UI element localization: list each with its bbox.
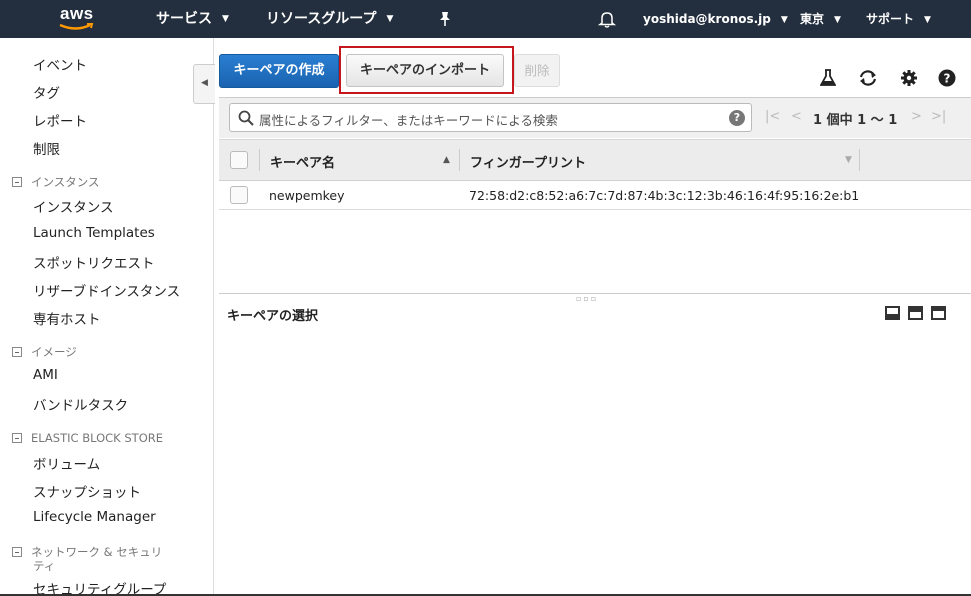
key-name-cell: newpemkey	[269, 188, 345, 203]
sidebar-section-ebs[interactable]: ELASTIC BLOCK STORE	[12, 431, 163, 445]
layout-bottom-icon[interactable]	[885, 306, 900, 320]
region-label: 東京	[800, 12, 825, 26]
sidebar-item-reserved-instances[interactable]: リザーブドインスタンス	[33, 280, 180, 300]
sidebar-item-snapshots[interactable]: スナップショット	[33, 481, 141, 501]
sidebar-item-lifecycle-manager[interactable]: Lifecycle Manager	[33, 509, 156, 525]
layout-top-icon[interactable]	[931, 306, 946, 320]
sort-asc-icon[interactable]: ▲	[443, 155, 450, 165]
sidebar-item-spot-requests[interactable]: スポットリクエスト	[33, 252, 155, 272]
collapse-icon	[12, 547, 22, 557]
gear-icon[interactable]	[900, 69, 918, 87]
flask-icon[interactable]	[820, 69, 836, 87]
top-navigation: aws サービス ▼ リソースグループ ▼ yoshida@kronos.jp ▼ 東…	[0, 0, 971, 38]
user-label: yoshida@kronos.jp	[643, 12, 771, 26]
section-label: インスタンス	[31, 175, 100, 189]
search-help-icon[interactable]: ?	[729, 110, 745, 126]
pin-icon[interactable]	[438, 11, 452, 27]
sidebar-item-instances[interactable]: インスタンス	[33, 196, 113, 216]
key-pairs-table-panel: 属性によるフィルター、またはキーワードによる検索 ? |< < 1 個中 1 ～…	[219, 97, 971, 293]
chevron-down-icon: ▼	[924, 14, 931, 25]
table-row[interactable]: newpemkey 72:58:d2:c8:52:a6:7c:7d:87:4b:…	[219, 182, 971, 210]
collapse-icon	[12, 177, 22, 187]
table-header: キーペア名 ▲ フィンガープリント ▼	[219, 139, 971, 181]
last-page-icon[interactable]: >|	[931, 109, 946, 124]
row-checkbox[interactable]	[230, 186, 248, 204]
resource-groups-label: リソースグループ	[266, 11, 377, 27]
collapse-icon	[12, 433, 22, 443]
section-label: ネットワーク & セキュリ	[31, 545, 163, 559]
chevron-down-icon: ▼	[780, 14, 788, 25]
sidebar-collapse-toggle[interactable]: ◀	[193, 64, 215, 104]
sidebar-item-events[interactable]: イベント	[33, 54, 87, 74]
refresh-icon[interactable]	[858, 69, 878, 87]
chevron-down-icon: ▼	[222, 14, 229, 24]
pagination-text: 1 個中 1 ～ 1	[813, 113, 898, 128]
sidebar-item-launch-templates[interactable]: Launch Templates	[33, 225, 155, 241]
support-label: サポート	[866, 12, 915, 26]
create-key-pair-button[interactable]: キーペアの作成	[219, 54, 339, 88]
search-input[interactable]: 属性によるフィルター、またはキーワードによる検索 ?	[229, 103, 752, 132]
import-key-pair-button[interactable]: キーペアのインポート	[346, 54, 504, 87]
sidebar-item-tags[interactable]: タグ	[33, 82, 60, 102]
aws-logo[interactable]: aws	[58, 4, 104, 34]
select-all-checkbox[interactable]	[230, 151, 248, 169]
sidebar-item-bundle-tasks[interactable]: バンドルタスク	[33, 394, 128, 414]
region-menu[interactable]: 東京 ▼	[800, 0, 841, 38]
column-divider	[259, 149, 260, 171]
column-header-fingerprint[interactable]: フィンガープリント	[470, 152, 586, 171]
help-icon[interactable]: ?	[938, 69, 956, 87]
column-divider	[459, 149, 460, 171]
sidebar: イベント タグ レポート 制限 インスタンス インスタンス Launch Tem…	[0, 38, 214, 596]
aws-logo-text: aws	[60, 4, 94, 23]
delete-button[interactable]: 削除	[514, 54, 560, 87]
search-icon	[238, 110, 254, 126]
sidebar-section-images[interactable]: イメージ	[12, 344, 77, 360]
resize-grip-icon[interactable]: ▫▫▫	[576, 294, 598, 303]
section-label-continued: ティ	[33, 559, 56, 573]
sidebar-section-instances[interactable]: インスタンス	[12, 174, 100, 190]
services-menu[interactable]: サービス ▼	[156, 0, 229, 38]
first-page-icon[interactable]: |<	[765, 109, 780, 124]
fingerprint-cell: 72:58:d2:c8:52:a6:7c:7d:87:4b:3c:12:3b:4…	[469, 188, 860, 203]
search-placeholder: 属性によるフィルター、またはキーワードによる検索	[259, 113, 558, 128]
section-label: ELASTIC BLOCK STORE	[31, 431, 164, 445]
chevron-down-icon: ▼	[834, 14, 841, 25]
prev-page-icon[interactable]: <	[791, 109, 802, 124]
smile-icon	[59, 23, 94, 30]
collapse-icon	[12, 347, 22, 357]
sidebar-item-limits[interactable]: 制限	[33, 138, 60, 158]
section-label: イメージ	[31, 345, 77, 359]
layout-split-icon[interactable]	[908, 306, 923, 320]
detail-panel-title: キーペアの選択	[227, 309, 319, 324]
user-menu[interactable]: yoshida@kronos.jp ▼	[643, 0, 788, 38]
column-divider	[859, 149, 860, 171]
bell-icon[interactable]	[598, 10, 616, 28]
column-header-key-name[interactable]: キーペア名	[270, 152, 335, 171]
chevron-left-icon: ◀	[201, 78, 208, 88]
filter-bar: 属性によるフィルター、またはキーワードによる検索 ? |< < 1 個中 1 ～…	[219, 98, 971, 138]
services-label: サービス	[156, 11, 212, 27]
sidebar-item-volumes[interactable]: ボリューム	[33, 453, 100, 473]
svg-text:?: ?	[944, 72, 951, 86]
sidebar-item-ami[interactable]: AMI	[33, 367, 58, 383]
chevron-down-icon: ▼	[386, 14, 394, 24]
resource-groups-menu[interactable]: リソースグループ ▼	[266, 0, 393, 38]
sidebar-item-reports[interactable]: レポート	[33, 110, 87, 130]
sidebar-item-dedicated-hosts[interactable]: 専有ホスト	[33, 308, 101, 328]
sort-desc-icon[interactable]: ▼	[845, 155, 852, 165]
next-page-icon[interactable]: >	[911, 109, 922, 124]
support-menu[interactable]: サポート ▼	[866, 0, 931, 38]
